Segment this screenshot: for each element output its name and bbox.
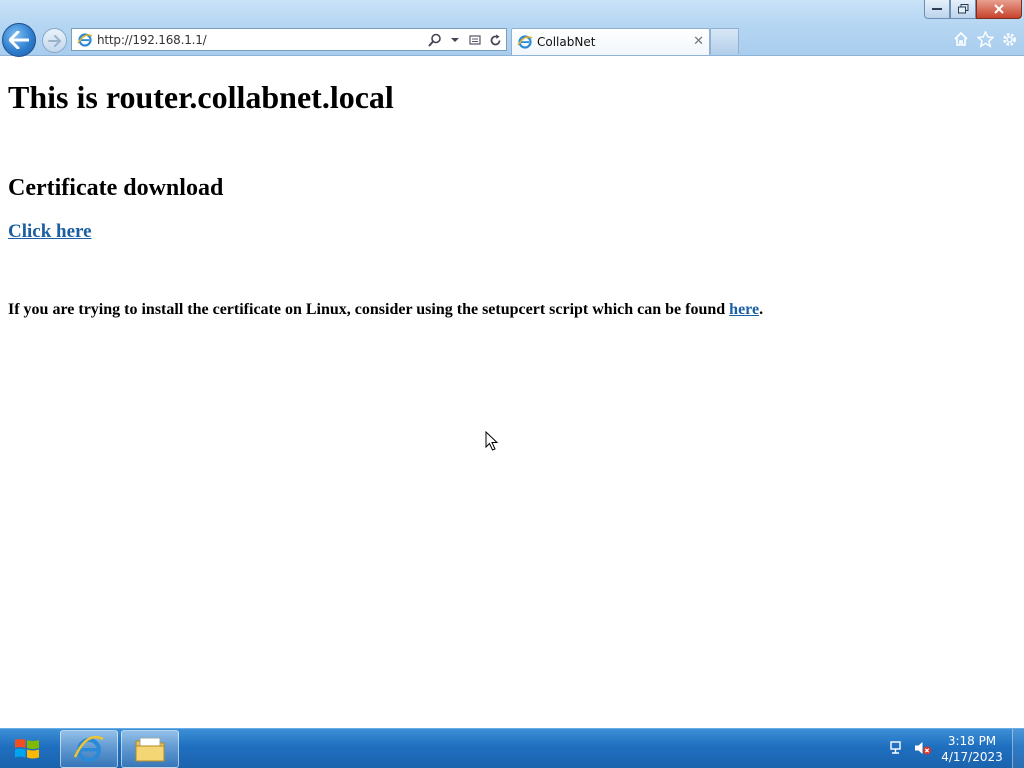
forward-button[interactable] (42, 28, 67, 53)
arrow-left-icon (9, 31, 29, 49)
compatibility-view-icon[interactable] (468, 32, 482, 48)
tab-close-icon[interactable]: ✕ (693, 34, 704, 49)
new-tab-button[interactable] (710, 28, 739, 54)
browser-toolbar-icons (952, 30, 1018, 48)
section-heading: Certificate download (8, 175, 224, 201)
page-content: This is router.collabnet.local Certifica… (0, 57, 1024, 728)
linux-note-end: . (759, 301, 764, 318)
arrow-right-icon (47, 34, 61, 47)
taskbar-file-explorer[interactable] (121, 730, 179, 768)
setupcert-script-link[interactable]: here (729, 301, 759, 318)
ie-page-icon (77, 32, 93, 47)
network-icon[interactable] (888, 739, 906, 757)
volume-muted-icon[interactable] (914, 739, 932, 757)
address-bar[interactable]: http://192.168.1.1/ (71, 28, 507, 51)
linux-note-text: If you are trying to install the certifi… (8, 301, 730, 318)
show-desktop-button[interactable] (1012, 729, 1024, 768)
clock-time: 3:18 PM (947, 734, 997, 748)
system-tray (888, 739, 932, 757)
folder-icon (135, 737, 165, 762)
system-clock[interactable]: 3:18 PM 4/17/2023 (936, 733, 1008, 765)
chevron-down-icon[interactable] (448, 32, 462, 48)
taskbar: 3:18 PM 4/17/2023 (0, 728, 1024, 768)
mouse-cursor-icon (485, 431, 499, 451)
url-text: http://192.168.1.1/ (97, 32, 207, 47)
window-controls (924, 0, 1022, 20)
browser-chrome: http://192.168.1.1/ CollabNet ✕ (0, 0, 1024, 57)
home-icon[interactable] (952, 30, 970, 48)
start-button[interactable] (6, 732, 48, 766)
gear-icon[interactable] (1000, 30, 1018, 48)
linux-note: If you are trying to install the certifi… (8, 301, 763, 319)
restore-button[interactable] (950, 0, 976, 19)
back-button[interactable] (2, 23, 36, 57)
ie-page-icon (517, 35, 533, 49)
refresh-icon[interactable] (488, 32, 502, 48)
certificate-download-link[interactable]: Click here (8, 221, 92, 243)
internet-explorer-icon (73, 735, 104, 762)
windows-logo-icon (15, 739, 39, 759)
search-icon[interactable] (428, 32, 442, 48)
tab-title: CollabNet (537, 35, 596, 49)
close-button[interactable] (976, 0, 1022, 19)
clock-date: 4/17/2023 (941, 750, 1003, 764)
taskbar-internet-explorer[interactable] (60, 730, 118, 768)
address-tools (428, 32, 502, 48)
tab-collabnet[interactable]: CollabNet ✕ (511, 28, 710, 55)
minimize-button[interactable] (924, 0, 950, 19)
favorites-star-icon[interactable] (976, 30, 994, 48)
page-title: This is router.collabnet.local (8, 79, 394, 115)
